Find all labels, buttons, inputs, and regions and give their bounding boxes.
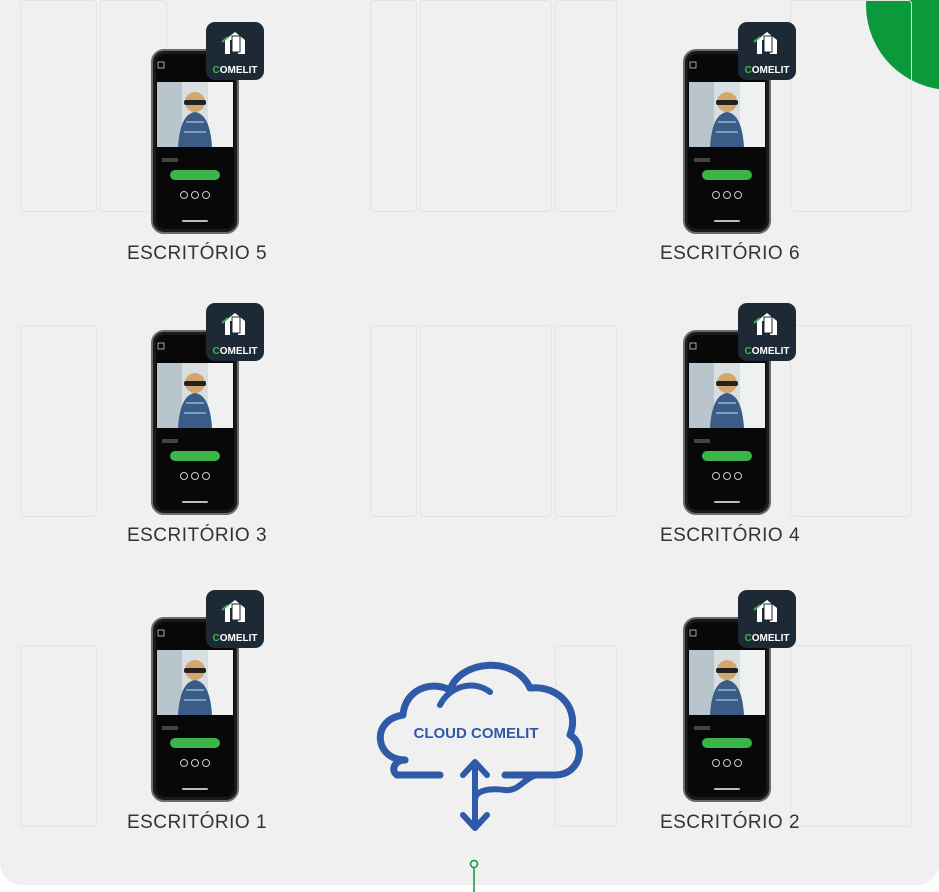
- comelit-app-icon: COMELIT: [151, 590, 264, 802]
- smartphone-app-device: COMELIT: [150, 590, 300, 805]
- cloud-label: CLOUD COMELIT: [414, 725, 539, 742]
- comelit-brand-text: COMELIT: [212, 65, 257, 76]
- device-label: ESCRITÓRIO 5: [126, 243, 268, 264]
- comelit-app-icon: COMELIT: [683, 303, 796, 515]
- comelit-app-icon: COMELIT: [683, 590, 796, 802]
- smartphone-app-device: COMELIT: [682, 22, 832, 237]
- comelit-app-icon: COMELIT: [151, 303, 264, 515]
- smartphone-app-device: COMELIT: [682, 590, 832, 805]
- device-label: ESCRITÓRIO 3: [126, 525, 268, 546]
- comelit-brand-text: COMELIT: [212, 346, 257, 357]
- comelit-brand-text: COMELIT: [212, 633, 257, 644]
- smartphone-app-device: COMELIT: [150, 22, 300, 237]
- comelit-app-icon: COMELIT: [683, 22, 796, 234]
- smartphone-app-device: COMELIT: [150, 303, 300, 518]
- device-label: ESCRITÓRIO 2: [659, 812, 801, 833]
- cloud-icon: CLOUD COMELIT: [376, 661, 583, 831]
- comelit-brand-text: COMELIT: [744, 346, 789, 357]
- device-label: ESCRITÓRIO 1: [126, 812, 268, 833]
- smartphone-app-device: COMELIT: [682, 303, 832, 518]
- device-label: ESCRITÓRIO 4: [659, 525, 801, 546]
- connector-line: [469, 859, 479, 892]
- comelit-app-icon: COMELIT: [151, 22, 264, 234]
- comelit-brand-text: COMELIT: [744, 633, 789, 644]
- comelit-brand-text: COMELIT: [744, 65, 789, 76]
- device-label: ESCRITÓRIO 6: [659, 243, 801, 264]
